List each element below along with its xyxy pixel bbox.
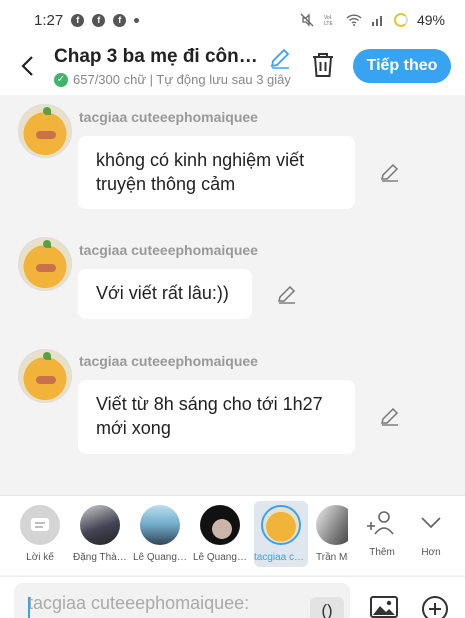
add-content-button[interactable] — [421, 595, 449, 618]
signal-icon — [371, 16, 382, 26]
battery-level: 49% — [416, 12, 445, 28]
word-count-text: 657/300 chữ | Tự động lưu sau 3 giây — [73, 72, 291, 87]
add-label: Thêm — [369, 547, 395, 558]
story-chat: tacgiaa cuteeephomaiquee không có kinh n… — [0, 95, 465, 495]
wifi-icon — [346, 14, 362, 26]
character-item[interactable]: Đặng Thành Nam — [73, 505, 127, 563]
face — [36, 376, 56, 384]
pencil-icon — [278, 285, 296, 304]
leaf — [43, 107, 51, 115]
message-bubble[interactable]: không có kinh nghiệm viết truyện thông c… — [78, 136, 355, 209]
message-author: tacgiaa cuteeephomaiquee — [79, 109, 258, 125]
more-label: Hơn — [421, 547, 441, 558]
character-avatar — [261, 505, 301, 545]
character-label: Đặng Thành Nam — [73, 552, 127, 563]
edit-message-button[interactable] — [276, 283, 298, 305]
narrator-avatar — [20, 505, 60, 545]
image-icon — [370, 596, 398, 618]
editor-header: Chap 3 ba mẹ đi công tác ✓ 657/300 chữ |… — [0, 40, 465, 95]
character-narrator[interactable]: Lời kể — [13, 505, 67, 563]
svg-text:LTE: LTE — [324, 21, 333, 27]
edit-message-button[interactable] — [379, 405, 401, 427]
save-status: ✓ 657/300 chữ | Tự động lưu sau 3 giây — [54, 72, 292, 87]
check-icon: ✓ — [54, 72, 68, 87]
speech-bubble-icon — [31, 518, 49, 531]
character-label: Trần Minh — [316, 552, 348, 563]
back-button[interactable] — [14, 48, 40, 84]
chevron-left-icon — [21, 56, 33, 76]
message-author: tacgiaa cuteeephomaiquee — [79, 353, 258, 369]
face — [36, 131, 56, 139]
volte-icon: VoILTE — [324, 15, 333, 27]
composer: () — [0, 576, 465, 618]
battery-icon — [393, 13, 408, 27]
mute-icon — [300, 13, 314, 27]
add-person-icon — [367, 511, 394, 535]
edit-message-button[interactable] — [379, 161, 401, 183]
more-notifications-icon — [134, 17, 140, 23]
facebook-notification-icon: f — [92, 13, 106, 27]
pencil-icon — [270, 48, 290, 69]
character-item[interactable]: Lê Quang Huy — [133, 505, 187, 563]
character-avatar — [80, 505, 120, 545]
insert-image-button[interactable] — [369, 595, 399, 618]
leaf — [43, 352, 51, 360]
character-label: Lời kể — [26, 552, 54, 563]
status-bar: 1:27 f f f VoI LTE 49% — [0, 0, 465, 40]
character-label: Lê Quang Minh — [193, 552, 247, 563]
character-item-selected[interactable]: tacgiaa cuteeephomaiquee — [254, 501, 308, 567]
pencil-icon — [381, 407, 399, 426]
facebook-notification-icon: f — [113, 13, 127, 27]
trash-icon — [313, 53, 333, 77]
parenthesis-button[interactable]: () — [310, 597, 344, 618]
message-input[interactable] — [14, 583, 304, 618]
message-input-box[interactable]: () — [14, 583, 350, 618]
chevron-down-icon — [421, 517, 441, 529]
chapter-title[interactable]: Chap 3 ba mẹ đi công tác — [54, 46, 266, 68]
character-label: tacgiaa cuteeephomaiquee — [254, 552, 308, 563]
character-avatar — [316, 505, 348, 545]
facebook-notification-icon: f — [71, 13, 85, 27]
delete-button[interactable] — [309, 50, 337, 80]
character-avatar — [200, 505, 240, 545]
clock: 1:27 — [34, 11, 64, 29]
character-avatar — [140, 505, 180, 545]
leaf — [43, 240, 51, 248]
next-button[interactable]: Tiếp theo — [353, 49, 451, 83]
text-caret — [28, 597, 30, 618]
character-label: Lê Quang Huy — [133, 552, 187, 563]
message-author: tacgiaa cuteeephomaiquee — [79, 242, 258, 258]
character-item[interactable]: Trần Minh — [316, 505, 348, 563]
edit-title-button[interactable] — [268, 46, 292, 70]
author-avatar[interactable] — [18, 237, 72, 291]
character-item[interactable]: Lê Quang Minh — [193, 505, 247, 563]
message-bubble[interactable]: Viết từ 8h sáng cho tới 1h27 mới xong — [78, 380, 355, 454]
face — [36, 264, 56, 272]
more-button[interactable]: Hơn — [411, 508, 451, 558]
author-avatar[interactable] — [18, 349, 72, 403]
author-avatar[interactable] — [18, 104, 72, 158]
plus-circle-icon — [422, 596, 448, 618]
message-bubble[interactable]: Với viết rất lâu:)) — [78, 269, 252, 319]
pencil-icon — [381, 163, 399, 182]
add-character-button[interactable]: Thêm — [362, 508, 402, 558]
character-bar: Lời kể Đặng Thành Nam Lê Quang Huy Lê Qu… — [0, 495, 465, 575]
